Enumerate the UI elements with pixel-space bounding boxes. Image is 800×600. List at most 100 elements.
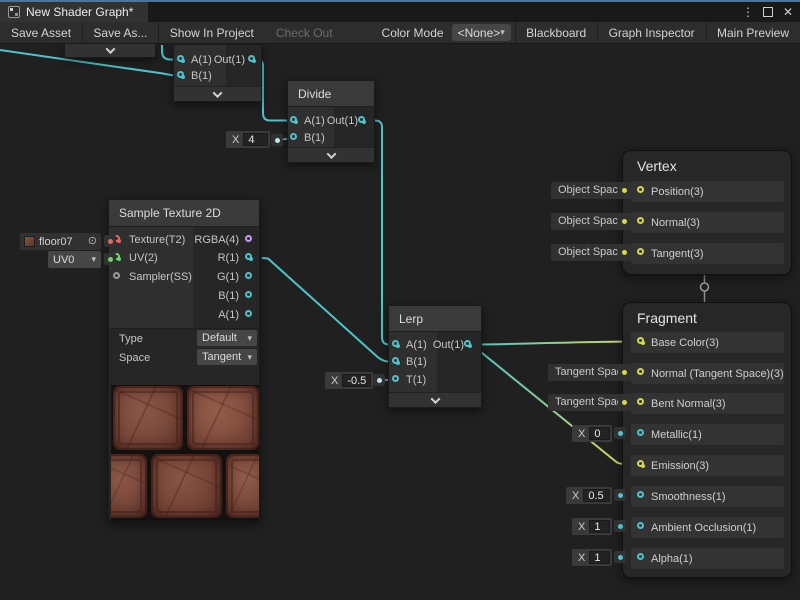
color-mode-dropdown[interactable]: <None> ▾	[452, 24, 511, 41]
port-in-a[interactable]	[177, 55, 184, 62]
node-sample-texture-2d[interactable]: Sample Texture 2D Texture(T2) UV(2) Samp…	[108, 199, 260, 522]
close-icon[interactable]: ✕	[780, 4, 796, 20]
fragment-block[interactable]: Fragment Base Color(3) Normal (Tangent S…	[622, 302, 792, 578]
alpha-value-field[interactable]: X 1	[572, 549, 612, 566]
texture-preview	[111, 385, 259, 521]
port-normal-tangent-space[interactable]	[637, 368, 644, 375]
save-as-button[interactable]: Save As...	[82, 22, 158, 43]
node-title: Lerp	[389, 306, 481, 332]
type-dropdown[interactable]: Default ▾	[197, 330, 257, 346]
collapse-button[interactable]	[288, 147, 374, 162]
block-row-normal[interactable]: Normal(3)	[631, 212, 784, 233]
port-label-a: A(1)	[304, 114, 325, 128]
block-row-metallic[interactable]: Metallic(1)	[631, 424, 784, 445]
block-row-position[interactable]: Position(3)	[631, 181, 784, 202]
port-in-a[interactable]	[290, 116, 297, 123]
block-row-bent-normal[interactable]: Bent Normal(3)	[631, 393, 784, 414]
block-row-tangent[interactable]: Tangent(3)	[631, 243, 784, 264]
node-divide[interactable]: Divide A(1) B(1) Out(1)	[287, 80, 375, 163]
chevron-down-icon: ▾	[247, 352, 252, 363]
lerp-t-value-field[interactable]: X -0.5	[325, 372, 373, 389]
block-row-ambient-occlusion[interactable]: Ambient Occlusion(1)	[631, 517, 784, 538]
port-alpha[interactable]	[637, 553, 644, 560]
node-title: Sample Texture 2D	[109, 200, 259, 227]
block-row-base-color[interactable]: Base Color(3)	[631, 332, 784, 353]
space-label: Space	[119, 352, 150, 364]
port-in-b[interactable]	[177, 71, 184, 78]
port-out-r[interactable]	[245, 253, 252, 260]
port-out-g[interactable]	[245, 272, 252, 279]
blackboard-button[interactable]: Blackboard	[515, 22, 597, 43]
metallic-value-field[interactable]: X 0	[572, 425, 612, 442]
port-label-a: A(1)	[191, 53, 212, 67]
x-component-value[interactable]: -0.5	[342, 374, 371, 387]
port-out-a[interactable]	[245, 310, 252, 317]
block-row-alpha[interactable]: Alpha(1)	[631, 548, 784, 569]
block-row-smoothness[interactable]: Smoothness(1)	[631, 486, 784, 507]
save-asset-button[interactable]: Save Asset	[0, 22, 82, 43]
collapse-button[interactable]	[389, 392, 481, 407]
port-bent-normal[interactable]	[637, 398, 644, 405]
block-row-emission[interactable]: Emission(3)	[631, 455, 784, 476]
port-in-b[interactable]	[392, 357, 399, 364]
port-label-out: Out(1)	[327, 114, 358, 128]
port-in-a[interactable]	[392, 340, 399, 347]
port-out[interactable]	[358, 116, 365, 123]
port-out[interactable]	[464, 340, 471, 347]
main-preview-button[interactable]: Main Preview	[706, 22, 800, 43]
texture-thumbnail	[24, 236, 35, 247]
x-component-value[interactable]: 4	[243, 133, 268, 146]
port-position[interactable]	[637, 186, 644, 193]
space-dropdown[interactable]: Tangent ▾	[197, 349, 257, 365]
port-out[interactable]	[248, 55, 255, 62]
window-menu-icon[interactable]: ⋮	[740, 4, 756, 20]
port-label-t: T(1)	[406, 373, 426, 387]
tab-shader-graph[interactable]: New Shader Graph*	[0, 2, 148, 22]
node-lerp[interactable]: Lerp A(1) B(1) T(1) Out(1)	[388, 305, 482, 408]
port-ambient-occlusion[interactable]	[637, 522, 644, 529]
port-out-b[interactable]	[245, 291, 252, 298]
row-label: Ambient Occlusion(1)	[651, 521, 756, 535]
port-in-t[interactable]	[392, 375, 399, 382]
port-out-rgba[interactable]	[245, 235, 252, 242]
smoothness-value-field[interactable]: X 0.5	[566, 487, 612, 504]
lerp-t-connector	[373, 374, 385, 386]
port-normal[interactable]	[637, 217, 644, 224]
port-in-sampler[interactable]	[113, 272, 120, 279]
brick-tile	[226, 454, 259, 518]
port-smoothness[interactable]	[637, 491, 644, 498]
chip-connector	[618, 366, 630, 378]
chevron-down-icon	[430, 394, 440, 404]
row-label: Normal (Tangent Space)(3)	[651, 367, 784, 381]
collapse-button[interactable]	[174, 86, 261, 101]
divider	[109, 328, 259, 329]
port-in-b[interactable]	[290, 133, 297, 140]
connector-dot	[377, 378, 382, 383]
connector-dot	[622, 370, 627, 375]
show-in-project-button[interactable]: Show In Project	[159, 22, 265, 43]
x-component-value[interactable]: 0.5	[583, 489, 610, 502]
graph-inspector-button[interactable]: Graph Inspector	[598, 22, 706, 43]
port-metallic[interactable]	[637, 429, 644, 436]
x-component-value[interactable]: 0	[589, 427, 610, 440]
port-base-color[interactable]	[637, 337, 644, 344]
collapsed-node[interactable]	[64, 44, 156, 58]
x-component-value[interactable]: 1	[589, 551, 610, 564]
ambient-occlusion-value-field[interactable]: X 1	[572, 518, 612, 535]
port-tangent[interactable]	[637, 248, 644, 255]
connector-dot	[618, 493, 623, 498]
collapse-button[interactable]	[65, 42, 155, 57]
port-emission[interactable]	[637, 460, 644, 467]
node-math[interactable]: A(1) B(1) Out(1)	[173, 44, 262, 102]
x-component-value[interactable]: 1	[589, 520, 610, 533]
row-label: Normal(3)	[651, 216, 700, 230]
block-row-normal-ts[interactable]: Normal (Tangent Space)(3)	[631, 363, 784, 384]
uv-channel-dropdown[interactable]: UV0 ▾	[48, 251, 101, 268]
texture-object-field[interactable]: floor07 ⊙	[20, 233, 101, 250]
maximize-icon[interactable]	[760, 4, 776, 20]
object-picker-icon[interactable]: ⊙	[88, 236, 97, 247]
chip-connector	[618, 215, 630, 227]
vertex-block[interactable]: Vertex Position(3) Normal(3) Tangent(3)	[622, 150, 792, 275]
connector-dot	[622, 219, 627, 224]
divide-b-value-field[interactable]: X 4	[226, 131, 270, 148]
